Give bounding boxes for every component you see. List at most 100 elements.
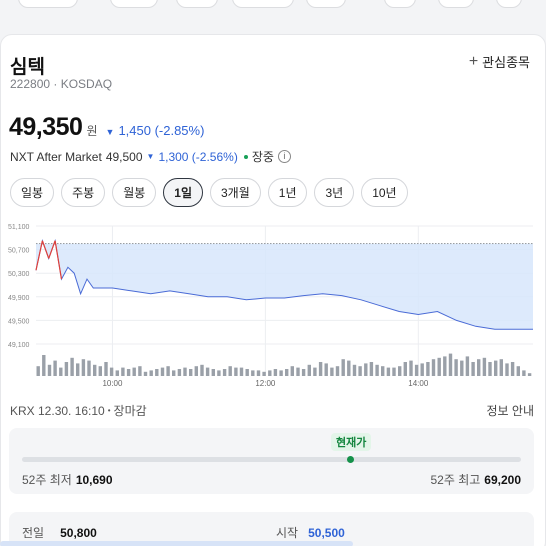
volume-bar bbox=[510, 362, 515, 376]
volume-bar bbox=[505, 363, 509, 376]
volume-bar bbox=[64, 362, 69, 376]
after-market-change: 1,300 (-2.56%) bbox=[158, 149, 238, 164]
status-dot-icon bbox=[243, 154, 248, 159]
y-tick-label: 49,500 bbox=[8, 318, 30, 325]
y-tick-label: 49,100 bbox=[8, 342, 30, 349]
volume-bar bbox=[448, 353, 453, 376]
volume-bar bbox=[381, 366, 385, 376]
prev-close-value: 50,800 bbox=[60, 526, 97, 540]
info-guide-link[interactable]: 정보 안내 bbox=[487, 402, 535, 419]
volume-bar bbox=[375, 364, 379, 376]
tab-3years[interactable]: 3년 bbox=[314, 178, 355, 207]
volume-bar bbox=[296, 367, 300, 376]
volume-bar bbox=[211, 369, 215, 376]
plus-icon: + bbox=[468, 52, 479, 70]
scroll-indicator[interactable] bbox=[0, 541, 353, 546]
volume-bar bbox=[347, 360, 351, 376]
top-chip[interactable] bbox=[18, 0, 78, 8]
volume-bar bbox=[132, 367, 136, 376]
volume-bar bbox=[115, 370, 119, 376]
top-chip[interactable] bbox=[110, 0, 158, 8]
volume-bar bbox=[245, 369, 249, 376]
volume-bar bbox=[200, 364, 204, 376]
session-time: KRX 12.30. 16:10 bbox=[10, 403, 105, 418]
top-chip[interactable] bbox=[384, 0, 416, 8]
info-icon[interactable]: i bbox=[277, 150, 291, 163]
volume-bar bbox=[477, 359, 481, 376]
tab-weekly[interactable]: 주봉 bbox=[61, 178, 106, 207]
volume-bar bbox=[318, 362, 323, 376]
top-chip[interactable] bbox=[306, 0, 346, 8]
volume-bar bbox=[239, 367, 244, 376]
after-market-row: NXT After Market 49,500 ▼ 1,300 (-2.56%)… bbox=[10, 148, 291, 165]
tab-10years[interactable]: 10년 bbox=[361, 178, 408, 207]
volume-bar bbox=[516, 366, 520, 376]
x-tick-label: 12:00 bbox=[255, 379, 276, 388]
volume-bar bbox=[177, 369, 182, 376]
volume-bar bbox=[499, 359, 503, 376]
volume-bar bbox=[262, 371, 266, 376]
intraday-chart[interactable]: 51,100 50,700 50,300 49,900 49,500 49,100 10:0… bbox=[0, 216, 546, 391]
prev-close: 전일 50,800 bbox=[22, 524, 97, 541]
volume-bar bbox=[443, 356, 447, 376]
volume-bar bbox=[76, 363, 80, 376]
volume-bar bbox=[189, 369, 193, 376]
after-market-label: NXT After Market bbox=[10, 149, 102, 164]
prev-close-label: 전일 bbox=[22, 526, 45, 540]
volume-bar bbox=[279, 370, 283, 376]
volume-bar bbox=[307, 364, 311, 376]
tab-3months[interactable]: 3개월 bbox=[210, 178, 261, 207]
volume-bar bbox=[460, 360, 464, 376]
volume-bar bbox=[324, 363, 328, 376]
current-price-badge: 현재가 bbox=[331, 433, 372, 451]
volume-bar bbox=[149, 370, 153, 376]
volume-bar bbox=[364, 363, 368, 376]
volume-bar bbox=[53, 360, 57, 376]
volume-bar bbox=[341, 359, 345, 376]
after-market-price: 49,500 bbox=[105, 149, 143, 164]
volume-bar bbox=[194, 366, 198, 376]
top-chip[interactable] bbox=[232, 0, 294, 8]
volume-bar bbox=[285, 369, 289, 376]
52week-high-label: 52주 최고 bbox=[430, 473, 481, 487]
watchlist-button[interactable]: + 관심종목 bbox=[469, 52, 530, 71]
volume-bar bbox=[273, 369, 278, 376]
volume-bar bbox=[290, 366, 294, 376]
volume-bar bbox=[409, 360, 413, 376]
volume-bar bbox=[98, 366, 102, 376]
volume-bar bbox=[437, 357, 441, 376]
open-price-value: 50,500 bbox=[308, 526, 345, 540]
volume-bar bbox=[138, 366, 142, 376]
down-triangle-icon: ▼ bbox=[146, 152, 155, 161]
top-chip[interactable] bbox=[438, 0, 474, 8]
top-chip[interactable] bbox=[496, 0, 522, 8]
volume-bar bbox=[256, 370, 261, 376]
separator-dot: • bbox=[107, 406, 111, 415]
volume-bar bbox=[126, 369, 131, 376]
stock-name: 심텍 bbox=[10, 57, 45, 78]
volume-bar bbox=[81, 359, 86, 376]
52week-range-track bbox=[22, 457, 521, 462]
volume-bar bbox=[121, 367, 125, 376]
52week-high: 52주 최고 69,200 bbox=[430, 471, 521, 488]
volume-bar bbox=[234, 367, 238, 376]
volume-bar bbox=[160, 367, 165, 376]
tab-1year[interactable]: 1년 bbox=[267, 178, 308, 207]
volume-bar bbox=[166, 366, 170, 376]
volume-bar bbox=[301, 369, 306, 376]
volume-bar bbox=[42, 355, 46, 376]
tab-daily[interactable]: 일봉 bbox=[10, 178, 55, 207]
price-row: 49,350 원 ▼ 1,450 (-2.85%) bbox=[9, 113, 204, 142]
52week-low: 52주 최저 10,690 bbox=[22, 471, 113, 488]
top-chip[interactable] bbox=[176, 0, 218, 8]
volume-bar bbox=[268, 370, 272, 376]
top-filter-strip bbox=[0, 0, 546, 34]
volume-bar bbox=[155, 369, 159, 376]
volume-bar bbox=[330, 367, 334, 376]
period-tabs: 일봉 주봉 월봉 1일 3개월 1년 3년 10년 bbox=[10, 178, 408, 207]
stock-code: 222800 · KOSDAQ bbox=[10, 77, 113, 91]
tab-1day[interactable]: 1일 bbox=[163, 178, 203, 207]
tab-monthly[interactable]: 월봉 bbox=[112, 178, 157, 207]
volume-bar bbox=[222, 369, 227, 376]
volume-bar bbox=[205, 367, 210, 376]
